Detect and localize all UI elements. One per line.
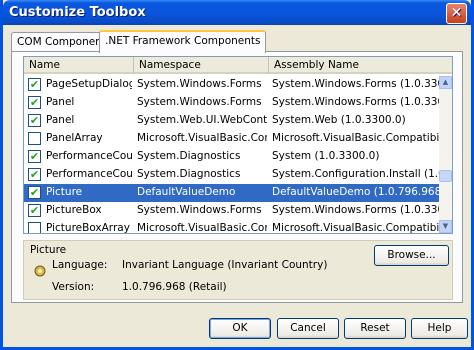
cell-namespace: DefaultValueDemo [137, 186, 236, 198]
cell-assembly-name: System (1.0.3300.0) [272, 150, 380, 162]
cell-name: Picture [46, 186, 83, 198]
table-row[interactable]: ✔ PictureBox System.Windows.Forms System.Wi… [24, 202, 440, 220]
cell-name: PictureBoxArray [46, 222, 130, 233]
cell-namespace: System.Windows.Forms [137, 78, 262, 90]
table-row[interactable]: PictureBoxArray Microsoft.VisualBasic.Co m… [24, 220, 440, 233]
cell-assembly-name: Microsoft.VisualBasic.Compatibility (7.0… [272, 132, 440, 144]
table-row[interactable]: ✔ PerformanceCounter System.Diagnostics Sys… [24, 148, 440, 166]
cell-assembly-name: System.Configuration.Install (1.0.3300.0… [272, 168, 440, 180]
checked-checkbox[interactable]: ✔ [28, 150, 41, 163]
help-button[interactable]: Help [411, 318, 468, 339]
table-row[interactable]: ✔ Panel System.Windows.Forms System.Windows… [24, 94, 440, 112]
checked-checkbox[interactable]: ✔ [28, 168, 41, 181]
checked-checkbox[interactable]: ✔ [28, 114, 41, 127]
table-row[interactable]: PanelArray Microsoft.VisualBasic.Comp... M… [24, 130, 440, 148]
checkmark-icon: ✔ [29, 150, 40, 163]
close-icon: ✕ [450, 5, 463, 21]
checkmark-icon: ✔ [29, 78, 40, 91]
cell-namespace: System.Windows.Forms [137, 96, 262, 108]
table-row[interactable]: ✔ Picture DefaultValueDemo DefaultValueDemo… [24, 184, 440, 202]
cell-assembly-name: System.Windows.Forms (1.0.3300.0) [272, 96, 440, 108]
details-component-name: Picture [30, 244, 67, 256]
cell-name: PerformanceCounte... [46, 168, 132, 180]
reset-button[interactable]: Reset [344, 318, 406, 339]
cell-namespace: System.Windows.Forms [137, 204, 262, 216]
scrollbar-thumb[interactable] [439, 170, 452, 182]
column-header-namespace[interactable]: Namespace [134, 57, 269, 74]
cancel-button[interactable]: Cancel [277, 318, 339, 339]
cell-name: PanelArray [46, 132, 103, 144]
tab-net-framework-components[interactable]: .NET Framework Components [99, 30, 267, 53]
cell-namespace: System.Diagnostics [137, 168, 241, 180]
checkmark-icon: ✔ [29, 204, 40, 217]
checked-checkbox[interactable]: ✔ [28, 78, 41, 91]
unchecked-checkbox[interactable] [28, 132, 41, 145]
table-row[interactable]: ✔ Panel System.Web.UI.WebControls System.We… [24, 112, 440, 130]
vertical-scrollbar[interactable]: ▲ ▼ [439, 76, 452, 233]
checkmark-icon: ✔ [29, 168, 40, 181]
assembly-icon [34, 265, 46, 277]
components-list[interactable]: Name Namespace Assembly Name ✔ PageSetupD… [23, 56, 453, 234]
scroll-up-icon[interactable]: ▲ [439, 76, 452, 89]
list-header: Name Namespace Assembly Name [24, 57, 452, 74]
cell-name: PictureBox [46, 204, 102, 216]
browse-button[interactable]: Browse... [374, 245, 449, 266]
cell-assembly-name: System.Windows.Forms (1.0.3300.0) [272, 204, 440, 216]
table-row[interactable]: ✔ PageSetupDialog System.Windows.Forms Syst… [24, 76, 440, 94]
title-bar[interactable]: Customize Toolbox ✕ [3, 0, 471, 25]
table-row[interactable]: ✔ PerformanceCounte... System.Diagnostics S… [24, 166, 440, 184]
cell-assembly-name: Microsoft.VisualBasic.Compatibility (7.0… [272, 222, 440, 233]
cell-name: Panel [46, 96, 75, 108]
ok-button[interactable]: OK [209, 318, 271, 339]
cell-namespace: System.Web.UI.WebControls [137, 114, 267, 126]
scroll-down-icon[interactable]: ▼ [439, 220, 452, 233]
window-title: Customize Toolbox [9, 5, 146, 20]
unchecked-checkbox[interactable] [28, 222, 41, 233]
column-header-assembly-name[interactable]: Assembly Name [269, 57, 452, 74]
checked-checkbox[interactable]: ✔ [28, 204, 41, 217]
cell-name: Panel [46, 114, 75, 126]
column-header-name[interactable]: Name [24, 57, 134, 74]
cell-name: PageSetupDialog [46, 78, 132, 90]
checkmark-icon: ✔ [29, 114, 40, 127]
component-details: Picture Language: Invariant Language (In… [23, 240, 453, 300]
version-value: 1.0.796.968 (Retail) [122, 281, 227, 293]
cell-assembly-name: System.Windows.Forms (1.0.3300.0) [272, 78, 440, 90]
customize-toolbox-dialog: Customize Toolbox ✕ COM Components .NET … [0, 0, 474, 350]
cell-assembly-name: DefaultValueDemo (1.0.796.968) [272, 186, 440, 198]
version-label: Version: [52, 281, 95, 293]
tab-panel: Name Namespace Assembly Name ✔ PageSetupD… [11, 51, 463, 303]
cell-namespace: Microsoft.VisualBasic.Comp... [137, 222, 267, 233]
checkmark-icon: ✔ [29, 96, 40, 109]
cell-namespace: Microsoft.VisualBasic.Comp... [137, 132, 267, 144]
checkmark-icon: ✔ [29, 186, 40, 199]
checked-checkbox[interactable]: ✔ [28, 96, 41, 109]
language-label: Language: [52, 259, 108, 271]
language-value: Invariant Language (Invariant Country) [122, 259, 328, 271]
checked-checkbox[interactable]: ✔ [28, 186, 41, 199]
close-button[interactable]: ✕ [446, 3, 467, 24]
cell-assembly-name: System.Web (1.0.3300.0) [272, 114, 406, 126]
cell-namespace: System.Diagnostics [137, 150, 241, 162]
list-rows: ✔ PageSetupDialog System.Windows.Forms Syst… [24, 76, 440, 233]
cell-name: PerformanceCounter [46, 150, 132, 162]
